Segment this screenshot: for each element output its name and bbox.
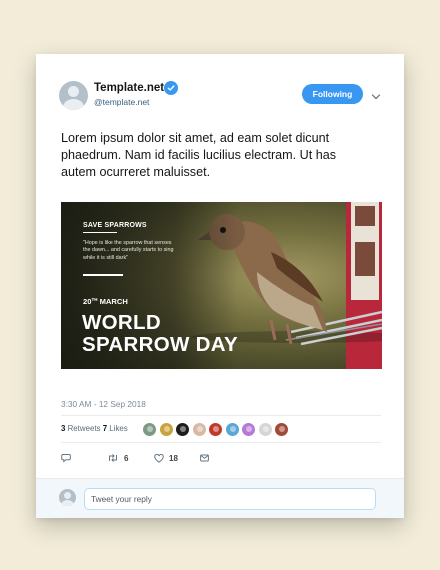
media-quote: "Hope is like the sparrow that senses th… (83, 240, 174, 261)
liker-avatar[interactable] (158, 422, 174, 437)
tweet-card: Template.net @template.net Following Lor… (36, 54, 404, 518)
liker-avatar[interactable] (191, 422, 207, 437)
reply-bar (36, 478, 404, 518)
like-action[interactable]: 18 (154, 451, 178, 465)
liker-avatar[interactable] (224, 422, 240, 437)
retweet-action[interactable]: 6 (107, 451, 128, 465)
liker-avatar[interactable] (142, 422, 157, 437)
reply-action[interactable] (61, 451, 71, 465)
divider (61, 415, 381, 416)
divider (61, 442, 381, 443)
media-headline: WORLD SPARROW DAY (82, 311, 238, 356)
liker-avatar[interactable] (257, 422, 273, 437)
reply-input[interactable] (84, 488, 376, 510)
like-count: 18 (169, 453, 178, 463)
liker-avatar[interactable] (274, 422, 289, 437)
liker-avatar[interactable] (175, 422, 190, 437)
profile-handle[interactable]: @template.net (94, 97, 149, 107)
verified-badge-icon (164, 81, 178, 95)
liker-avatar[interactable] (208, 422, 223, 437)
media-divider (83, 274, 123, 276)
retweet-icon (109, 454, 117, 462)
heart-icon (154, 453, 164, 463)
liker-avatars[interactable] (142, 422, 289, 437)
reply-icon (61, 454, 71, 463)
profile-name[interactable]: Template.net (94, 82, 164, 94)
retweet-count: 6 (124, 453, 129, 463)
avatar[interactable] (59, 81, 88, 110)
reply-avatar (59, 489, 76, 506)
direct-message-action[interactable] (200, 451, 209, 465)
envelope-icon (200, 454, 209, 462)
following-button[interactable]: Following (302, 84, 363, 104)
media-kicker: SAVE SPARROWS (83, 222, 147, 229)
engagement-stats[interactable]: 3 Retweets 7 Likes (61, 424, 128, 433)
chevron-down-icon[interactable] (371, 88, 381, 106)
tweet-text: Lorem ipsum dolor sit amet, ad eam solet… (61, 131, 337, 179)
tweet-timestamp[interactable]: 3:30 AM - 12 Sep 2018 (61, 399, 146, 409)
tweet-image[interactable]: SAVE SPARROWS "Hope is like the sparrow … (61, 202, 382, 369)
liker-avatar[interactable] (241, 422, 256, 437)
kicker-underline (83, 232, 117, 233)
media-date: 20TH MARCH (83, 297, 128, 306)
